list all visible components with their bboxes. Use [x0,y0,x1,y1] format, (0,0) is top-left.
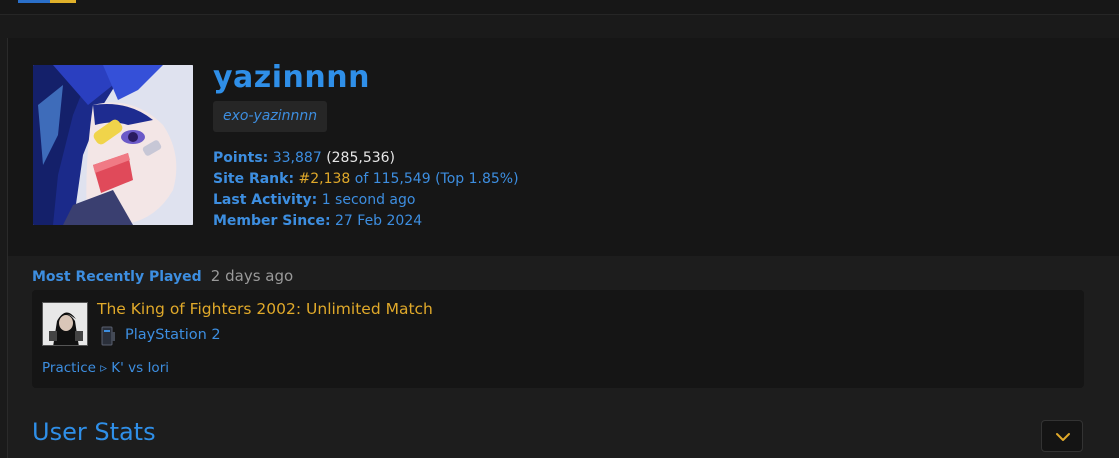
site-rank-label: Site Rank: [213,171,295,187]
header-divider [0,14,1119,15]
profile-header-card: yazinnnn exo-yazinnnn Points: 33,887 (28… [8,38,1119,256]
game-badge-art [43,303,87,345]
last-activity-label: Last Activity: [213,192,318,208]
last-activity-value: 1 second ago [321,192,416,208]
top-navigation-bar [0,0,1119,14]
points-label: Points: [213,150,269,166]
retro-points-value: (285,536) [326,150,396,166]
member-since-label: Member Since: [213,213,331,229]
member-since-value: 27 Feb 2024 [335,213,423,229]
site-rank-value: #2,138 [298,171,351,187]
recently-played-header: Most Recently Played 2 days ago [32,266,293,285]
site-rank-row: Site Rank: #2,138 of 115,549 (Top 1.85%) [213,169,519,189]
user-motto: exo-yazinnnn [213,101,328,132]
recently-played-title: Most Recently Played [32,269,202,285]
site-logo[interactable] [18,0,76,3]
profile-username: yazinnnn [213,60,370,95]
game-title-link[interactable]: The King of Fighters 2002: Unlimited Mat… [97,300,433,318]
recently-played-time: 2 days ago [210,267,294,285]
points-value: 33,887 [272,150,322,166]
console-link[interactable]: PlayStation 2 [125,327,221,343]
member-since-row: Member Since: 27 Feb 2024 [213,211,422,231]
game-icon[interactable] [42,302,88,346]
recently-played-game-card: The King of Fighters 2002: Unlimited Mat… [32,290,1084,388]
user-stats-heading: User Stats [32,418,156,446]
site-rank-percentile: (Top 1.85%) [435,171,519,187]
last-activity-row: Last Activity: 1 second ago [213,190,415,210]
user-stats-expand-button[interactable] [1041,420,1083,452]
playstation-2-icon [98,326,118,346]
site-rank-total: of 115,549 [354,171,431,187]
chevron-down-icon [1056,433,1070,441]
avatar-illustration [33,65,193,225]
rich-presence-text: Practice ▹ K' vs Iori [42,360,169,376]
user-avatar [33,65,193,225]
profile-page-content: yazinnnn exo-yazinnnn Points: 33,887 (28… [7,38,1119,458]
points-row: Points: 33,887 (285,536) [213,148,395,168]
